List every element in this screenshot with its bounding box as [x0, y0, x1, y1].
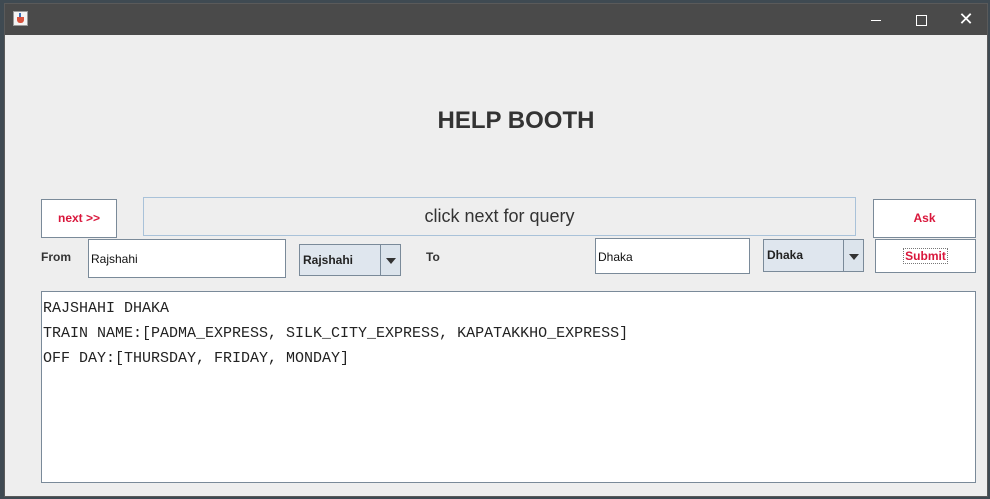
title-bar[interactable]: ✕ — [5, 4, 987, 35]
result-textarea[interactable]: RAJSHAHI DHAKA TRAIN NAME:[PADMA_EXPRESS… — [41, 291, 976, 483]
page-title: HELP BOOTH — [437, 107, 595, 134]
close-icon: ✕ — [958, 9, 974, 30]
result-line: RAJSHAHI DHAKA — [43, 300, 170, 317]
to-dropdown-value: Dhaka — [767, 248, 804, 262]
chevron-down-icon[interactable] — [843, 240, 863, 271]
next-button[interactable]: next >> — [41, 199, 117, 238]
result-line: OFF DAY:[THURSDAY, FRIDAY, MONDAY] — [43, 350, 350, 367]
submit-button-label: Submit — [903, 248, 948, 264]
java-app-icon — [13, 11, 28, 26]
submit-button[interactable]: Submit — [875, 239, 976, 273]
to-label: To — [426, 250, 440, 264]
app-window: ✕ HELP BOOTH next >> click next for quer… — [4, 3, 988, 497]
minimize-button[interactable] — [853, 4, 899, 35]
to-dropdown[interactable]: Dhaka — [763, 239, 864, 272]
maximize-icon — [915, 15, 927, 26]
minimize-icon — [871, 20, 881, 21]
query-banner: click next for query — [143, 197, 856, 236]
from-dropdown[interactable]: Rajshahi — [299, 244, 401, 276]
maximize-button[interactable] — [898, 4, 944, 35]
chevron-down-icon[interactable] — [380, 245, 400, 275]
from-input[interactable]: Rajshahi — [88, 239, 286, 278]
from-label: From — [41, 250, 71, 264]
result-line: TRAIN NAME:[PADMA_EXPRESS, SILK_CITY_EXP… — [43, 325, 629, 342]
ask-button[interactable]: Ask — [873, 199, 976, 238]
close-button[interactable]: ✕ — [943, 4, 987, 35]
to-input[interactable]: Dhaka — [595, 238, 750, 274]
from-dropdown-value: Rajshahi — [303, 253, 354, 267]
